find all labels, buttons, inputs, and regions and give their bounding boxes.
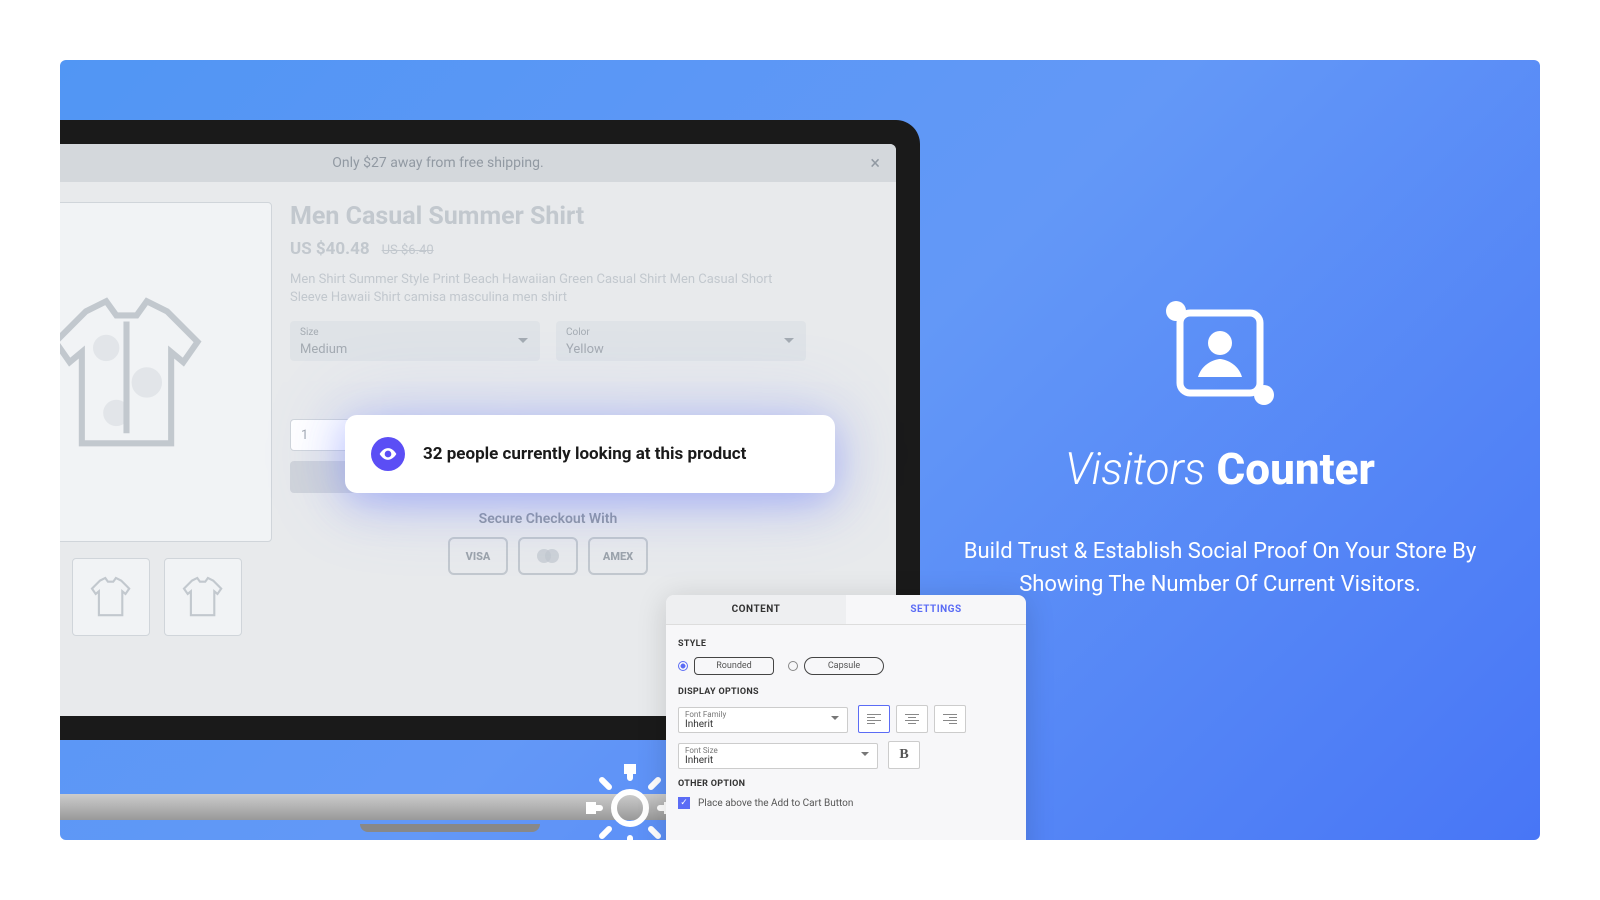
promo-description: Build Trust & Establish Social Proof On … <box>940 535 1500 601</box>
canvas: Only $27 away from free shipping. × <box>0 0 1600 900</box>
mastercard-icon <box>518 537 578 575</box>
amex-icon: AMEX <box>588 537 648 575</box>
product-images <box>60 202 290 636</box>
rounded-preview: Rounded <box>694 657 774 675</box>
style-section-label: STYLE <box>678 639 1014 649</box>
color-label: Color <box>566 327 796 338</box>
size-value: Medium <box>300 342 347 357</box>
align-left-button[interactable] <box>858 705 890 733</box>
eye-icon <box>371 437 405 471</box>
color-value: Yellow <box>566 342 604 357</box>
quantity-value: 1 <box>301 428 308 443</box>
font-size-select[interactable]: Font Size Inherit <box>678 743 878 769</box>
size-select[interactable]: Size Medium <box>290 321 540 361</box>
banner-text: Only $27 away from free shipping. <box>332 155 543 171</box>
font-family-label: Font Family <box>685 710 841 719</box>
visitor-counter-card: 32 people currently looking at this prod… <box>345 415 835 493</box>
title-bold: Counter <box>1216 443 1374 495</box>
shirt-icon <box>60 254 228 491</box>
product-area: Men Casual Summer Shirt US $40.48 US $6.… <box>60 182 896 636</box>
other-section-label: OTHER OPTION <box>678 779 1014 789</box>
payment-icons: VISA AMEX <box>290 537 806 575</box>
capsule-preview: Capsule <box>804 657 884 675</box>
display-section-label: DISPLAY OPTIONS <box>678 687 1014 697</box>
product-old-price: US $6.40 <box>382 243 434 258</box>
align-center-button[interactable] <box>896 705 928 733</box>
style-rounded-option[interactable]: Rounded <box>678 657 774 675</box>
size-label: Size <box>300 327 530 338</box>
secure-checkout-label: Secure Checkout With <box>290 511 806 527</box>
radio-checked-icon <box>678 661 688 671</box>
color-select[interactable]: Color Yellow <box>556 321 806 361</box>
font-size-label: Font Size <box>685 746 871 755</box>
align-right-button[interactable] <box>934 705 966 733</box>
settings-panel: CONTENT SETTINGS STYLE Rounded Capsule D… <box>666 595 1026 840</box>
visa-icon: VISA <box>448 537 508 575</box>
product-title: Men Casual Summer Shirt <box>290 202 806 231</box>
thumbnail-row <box>60 558 272 636</box>
thumbnail[interactable] <box>72 558 150 636</box>
gear-icon <box>580 758 680 840</box>
product-description: Men Shirt Summer Style Print Beach Hawai… <box>290 271 806 307</box>
visitor-suffix: people currently looking at this product <box>443 444 747 464</box>
tab-settings[interactable]: SETTINGS <box>846 595 1026 624</box>
font-family-select[interactable]: Font Family Inherit <box>678 707 848 733</box>
place-above-cart-label: Place above the Add to Cart Button <box>698 798 853 809</box>
font-size-value: Inherit <box>685 755 713 766</box>
tab-content[interactable]: CONTENT <box>666 595 846 624</box>
title-italic: Visitors <box>1065 443 1205 495</box>
visitor-count: 32 <box>423 444 443 464</box>
close-icon[interactable]: × <box>870 153 880 174</box>
style-capsule-option[interactable]: Capsule <box>788 657 884 675</box>
thumbnail[interactable] <box>164 558 242 636</box>
free-shipping-banner: Only $27 away from free shipping. × <box>60 144 896 182</box>
product-main-image <box>60 202 272 542</box>
font-family-value: Inherit <box>685 719 713 730</box>
promo-title: Visitors Counter <box>1065 443 1375 495</box>
bold-button[interactable]: B <box>888 741 920 769</box>
checkbox-checked-icon[interactable]: ✓ <box>678 797 690 809</box>
radio-icon <box>788 661 798 671</box>
promo-card: Only $27 away from free shipping. × <box>60 60 1540 840</box>
product-price: US $40.48 <box>290 239 370 259</box>
visitors-counter-icon <box>1160 299 1280 413</box>
visitor-text: 32 people currently looking at this prod… <box>423 444 746 464</box>
